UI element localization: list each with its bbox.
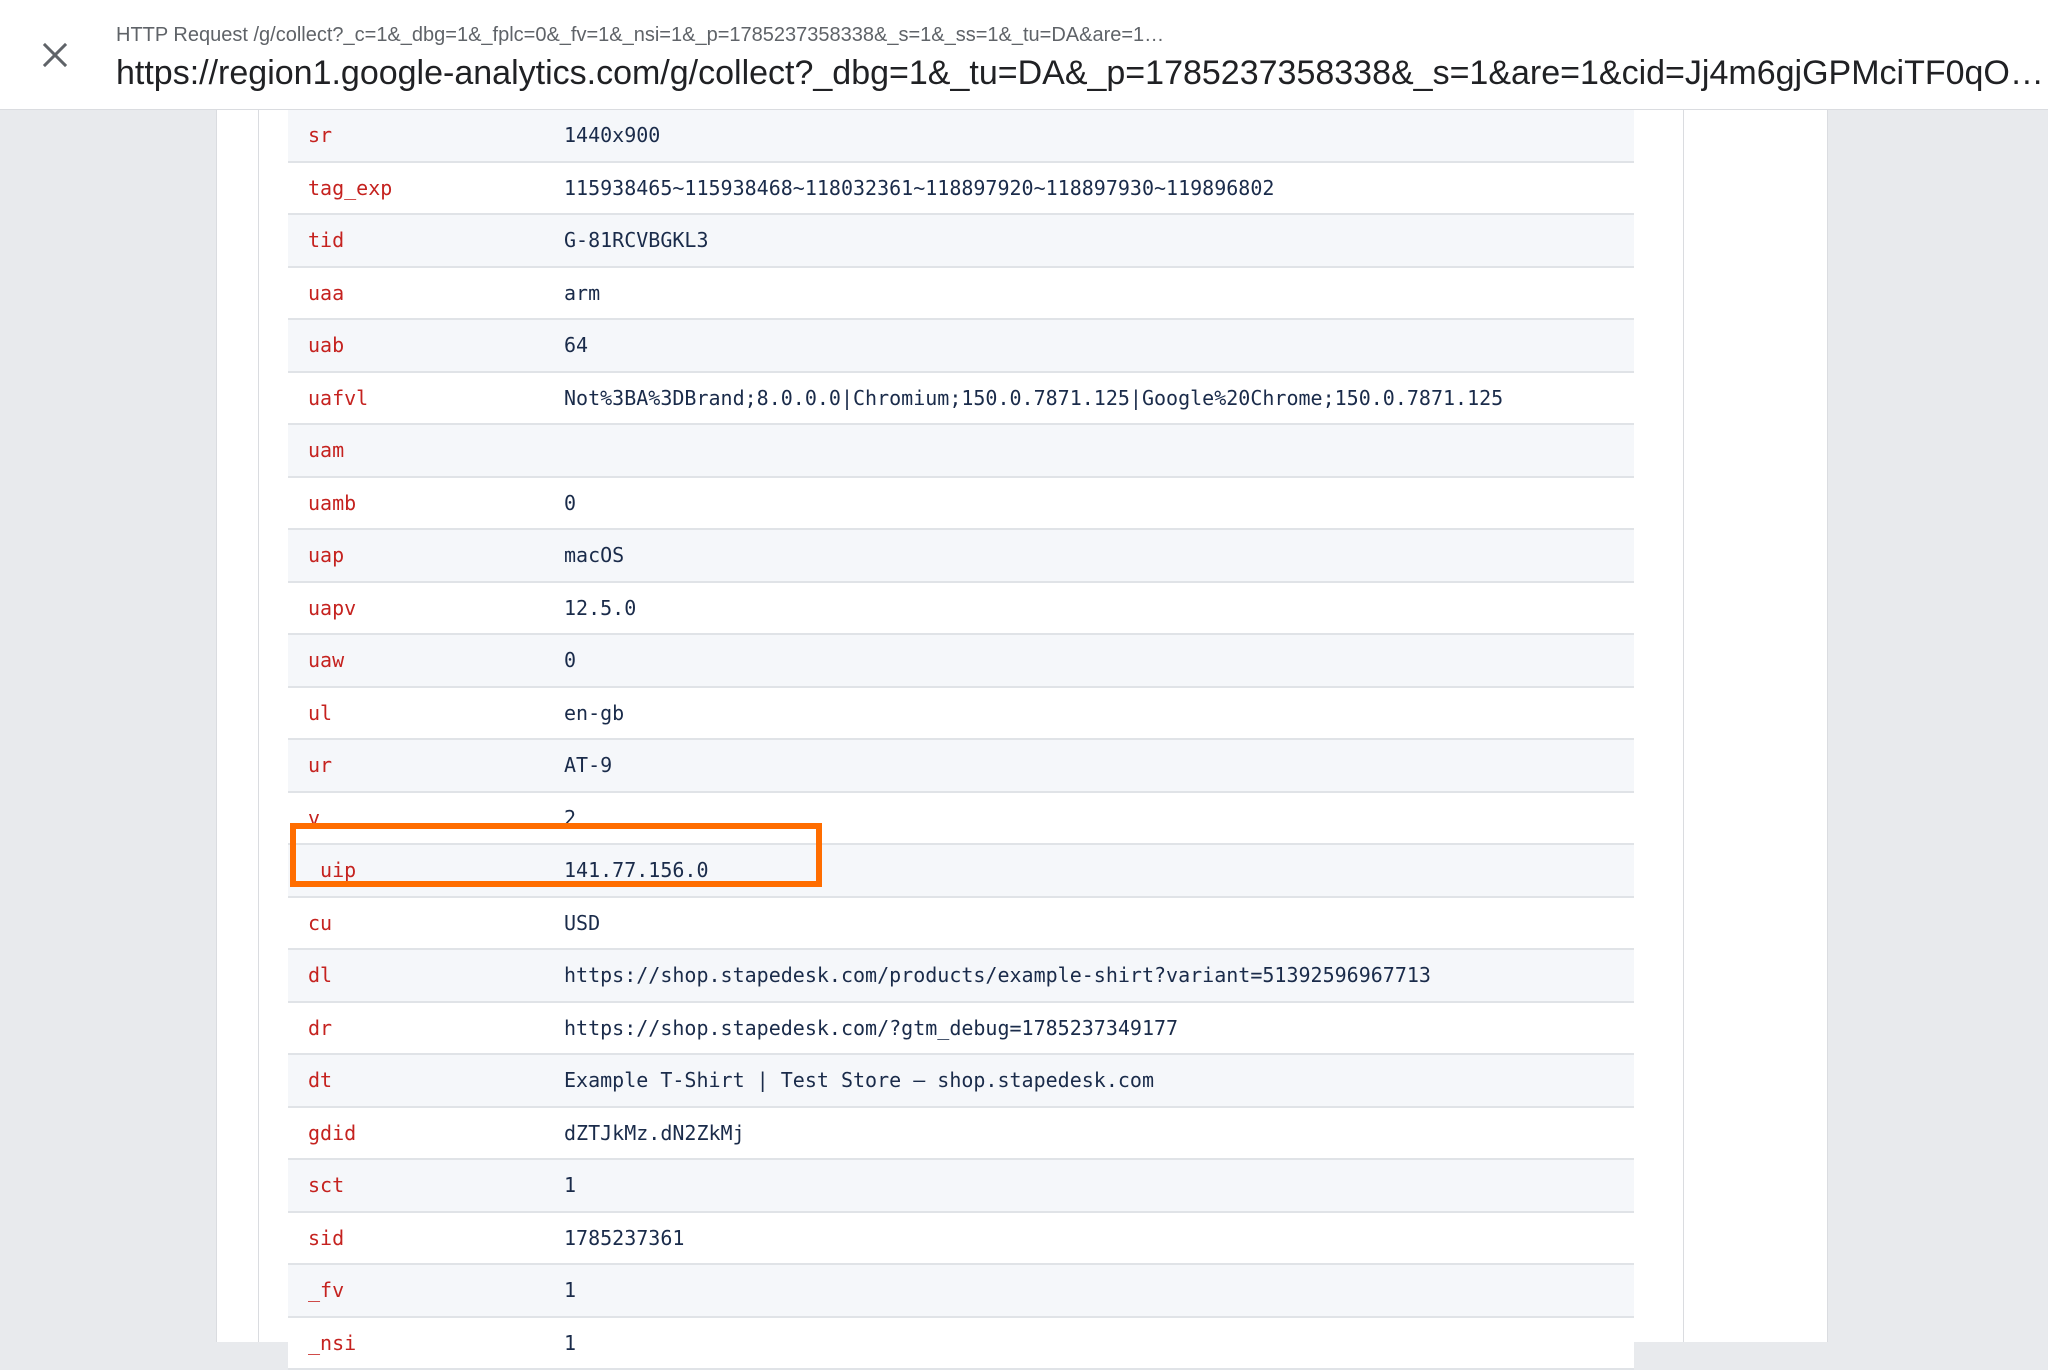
param-key: uam bbox=[288, 438, 564, 462]
param-key: dl bbox=[288, 963, 564, 987]
param-value: arm bbox=[564, 281, 1634, 305]
param-key: ur bbox=[288, 753, 564, 777]
param-value: USD bbox=[564, 911, 1634, 935]
table-row: _nsi1 bbox=[288, 1318, 1634, 1370]
param-value: https://shop.stapedesk.com/?gtm_debug=17… bbox=[564, 1016, 1634, 1040]
request-subtitle: HTTP Request /g/collect?_c=1&_dbg=1&_fpl… bbox=[116, 24, 2016, 47]
request-url-title: https://region1.google-analytics.com/g/c… bbox=[116, 54, 2048, 93]
param-value: 12.5.0 bbox=[564, 596, 1634, 620]
param-key: dt bbox=[288, 1068, 564, 1092]
param-value: 1785237361 bbox=[564, 1226, 1634, 1250]
param-key: sid bbox=[288, 1226, 564, 1250]
param-key: uaa bbox=[288, 281, 564, 305]
param-value: 0 bbox=[564, 648, 1634, 672]
parameters-table: sr1440x900tag_exp115938465~115938468~118… bbox=[288, 110, 1634, 1370]
param-key: sr bbox=[288, 123, 564, 147]
param-key: tid bbox=[288, 228, 564, 252]
table-row: dtExample T-Shirt | Test Store – shop.st… bbox=[288, 1055, 1634, 1108]
param-value: 0 bbox=[564, 491, 1634, 515]
param-key: uap bbox=[288, 543, 564, 567]
param-value: 1440x900 bbox=[564, 123, 1634, 147]
param-key: uaw bbox=[288, 648, 564, 672]
param-value: 115938465~115938468~118032361~118897920~… bbox=[564, 176, 1634, 200]
table-row: sr1440x900 bbox=[288, 110, 1634, 163]
param-value: AT-9 bbox=[564, 753, 1634, 777]
param-key: v bbox=[288, 806, 564, 830]
table-row: uafvlNot%3BA%3DBrand;8.0.0.0|Chromium;15… bbox=[288, 373, 1634, 426]
param-key: dr bbox=[288, 1016, 564, 1040]
table-row: _fv1 bbox=[288, 1265, 1634, 1318]
param-key: uamb bbox=[288, 491, 564, 515]
table-row: sct1 bbox=[288, 1160, 1634, 1213]
table-row: _uip141.77.156.0 bbox=[288, 845, 1634, 898]
param-key: _fv bbox=[288, 1278, 564, 1302]
param-key: sct bbox=[288, 1173, 564, 1197]
param-key: _uip bbox=[288, 858, 564, 882]
table-row: v2 bbox=[288, 793, 1634, 846]
table-row: tidG-81RCVBGKL3 bbox=[288, 215, 1634, 268]
table-row: uam bbox=[288, 425, 1634, 478]
close-button[interactable] bbox=[30, 30, 80, 80]
param-value: 141.77.156.0 bbox=[564, 858, 1634, 882]
table-row: drhttps://shop.stapedesk.com/?gtm_debug=… bbox=[288, 1003, 1634, 1056]
param-value: G-81RCVBGKL3 bbox=[564, 228, 1634, 252]
param-value: 1 bbox=[564, 1331, 1634, 1355]
table-row: gdiddZTJkMz.dN2ZkMj bbox=[288, 1108, 1634, 1161]
param-value: Example T-Shirt | Test Store – shop.stap… bbox=[564, 1068, 1634, 1092]
table-row: uaw0 bbox=[288, 635, 1634, 688]
table-row: urAT-9 bbox=[288, 740, 1634, 793]
param-key: _nsi bbox=[288, 1331, 564, 1355]
param-value: 64 bbox=[564, 333, 1634, 357]
table-row: uapv12.5.0 bbox=[288, 583, 1634, 636]
param-value: 1 bbox=[564, 1173, 1634, 1197]
param-value: macOS bbox=[564, 543, 1634, 567]
param-value: en-gb bbox=[564, 701, 1634, 725]
param-value: dZTJkMz.dN2ZkMj bbox=[564, 1121, 1634, 1145]
param-key: uab bbox=[288, 333, 564, 357]
request-header: HTTP Request /g/collect?_c=1&_dbg=1&_fpl… bbox=[0, 0, 2048, 110]
param-key: gdid bbox=[288, 1121, 564, 1145]
table-row: uaaarm bbox=[288, 268, 1634, 321]
table-row: dlhttps://shop.stapedesk.com/products/ex… bbox=[288, 950, 1634, 1003]
table-row: tag_exp115938465~115938468~118032361~118… bbox=[288, 163, 1634, 216]
param-key: ul bbox=[288, 701, 564, 725]
table-row: cuUSD bbox=[288, 898, 1634, 951]
table-row: uab64 bbox=[288, 320, 1634, 373]
param-value: https://shop.stapedesk.com/products/exam… bbox=[564, 963, 1634, 987]
table-row: sid1785237361 bbox=[288, 1213, 1634, 1266]
param-key: uafvl bbox=[288, 386, 564, 410]
param-key: tag_exp bbox=[288, 176, 564, 200]
param-value: 1 bbox=[564, 1278, 1634, 1302]
param-value: Not%3BA%3DBrand;8.0.0.0|Chromium;150.0.7… bbox=[564, 386, 1634, 410]
close-icon bbox=[30, 30, 80, 80]
table-row: uapmacOS bbox=[288, 530, 1634, 583]
param-key: cu bbox=[288, 911, 564, 935]
param-key: uapv bbox=[288, 596, 564, 620]
param-value: 2 bbox=[564, 806, 1634, 830]
table-row: uamb0 bbox=[288, 478, 1634, 531]
table-row: ulen-gb bbox=[288, 688, 1634, 741]
